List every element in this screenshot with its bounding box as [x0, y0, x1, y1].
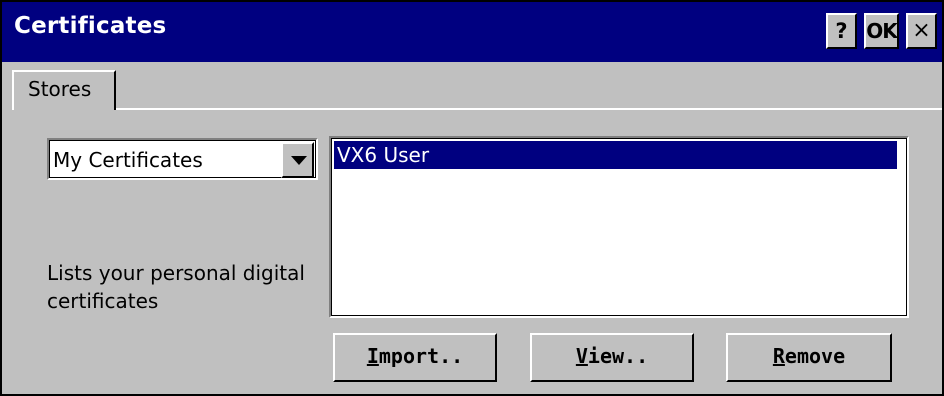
tab-divider: [116, 108, 942, 110]
ok-button[interactable]: OK: [864, 13, 899, 49]
tab-strip: Stores: [2, 62, 942, 110]
import-button-label: Import..: [366, 344, 464, 368]
remove-button[interactable]: Remove: [726, 333, 892, 382]
dropdown-frame: My Certificates: [49, 140, 316, 178]
dropdown-value: My Certificates: [53, 148, 203, 172]
import-button[interactable]: Import..: [333, 333, 497, 382]
list-frame: VX6 User: [331, 138, 907, 316]
chevron-down-icon: [291, 156, 307, 165]
store-description: Lists your personal digital certificates: [47, 261, 305, 313]
remove-button-label: Remove: [772, 344, 846, 368]
store-dropdown[interactable]: My Certificates: [47, 138, 318, 180]
view-button-label: View..: [575, 344, 649, 368]
title-bar: Certificates ? OK ×: [2, 2, 942, 62]
certificates-window: Certificates ? OK × Stores My Certificat…: [0, 0, 944, 396]
dropdown-button[interactable]: [281, 142, 314, 178]
list-item[interactable]: VX6 User: [334, 141, 897, 169]
close-button[interactable]: ×: [906, 13, 937, 49]
view-button[interactable]: View..: [530, 333, 694, 382]
help-button[interactable]: ?: [826, 13, 857, 49]
tab-stores[interactable]: Stores: [12, 70, 116, 110]
certificate-list[interactable]: VX6 User: [329, 136, 909, 318]
window-title: Certificates: [14, 13, 167, 39]
